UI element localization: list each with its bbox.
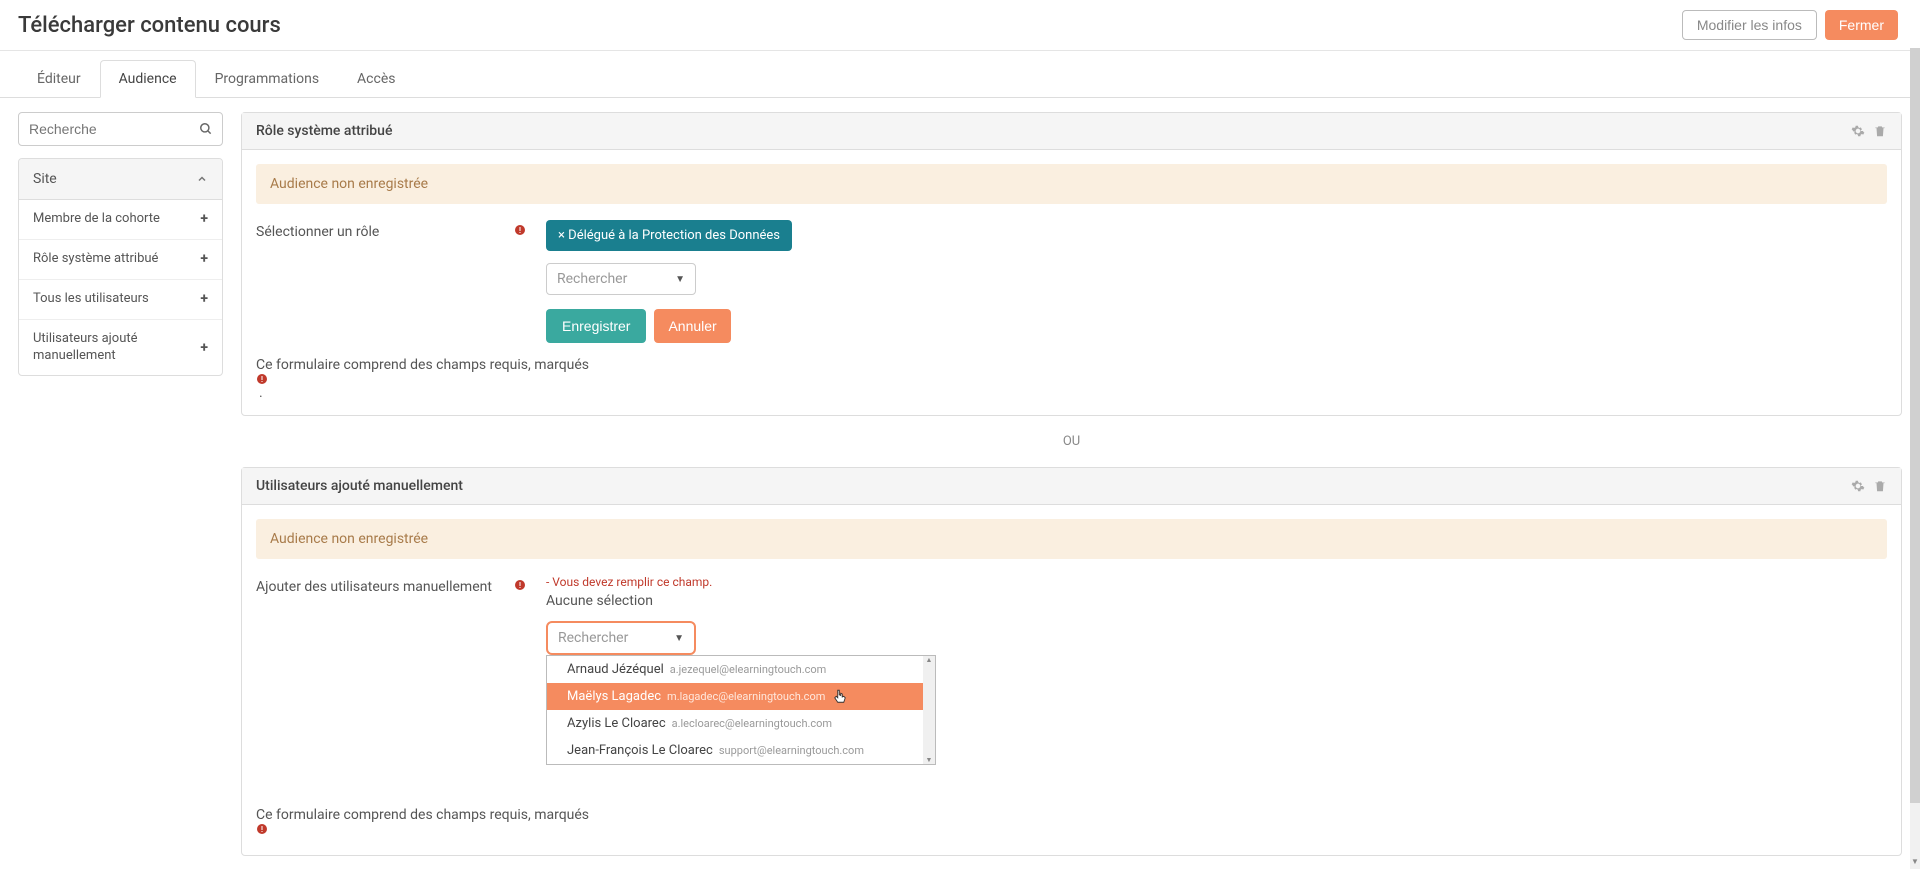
warning-banner: Audience non enregistrée [256,164,1887,204]
form-control: × Délégué à la Protection des Données Re… [546,220,1887,343]
cancel-button[interactable]: Annuler [654,309,730,343]
option-email: m.lagadec@elearningtouch.com [667,690,825,703]
dropdown-option[interactable]: Azylis Le Cloarec a.lecloarec@elearningto… [547,710,923,737]
user-dropdown: Arnaud Jézéquel a.jezequel@elearningtouch… [546,655,1887,765]
selection-status: Aucune sélection [546,593,1887,609]
chevron-up-icon [196,173,208,185]
sidebar-item-manual-users[interactable]: Utilisateurs ajouté manuellement + [19,320,222,376]
sidebar-search-wrap [18,112,223,146]
close-button[interactable]: Fermer [1825,10,1898,40]
field-error: - Vous devez remplir ce champ. [546,575,1887,589]
chevron-down-icon: ▼ [1910,857,1920,869]
combo-placeholder: Rechercher [558,630,628,646]
required-footer-note: Ce formulaire comprend des champs requis… [256,807,1887,851]
sidebar-section-site[interactable]: Site [19,159,222,200]
combo-placeholder: Rechercher [557,271,627,287]
gear-icon[interactable] [1851,479,1865,493]
required-icon [514,579,526,591]
plus-icon: + [200,291,208,307]
role-search-combo[interactable]: Rechercher ▼ [546,263,696,295]
footer-text: Ce formulaire comprend des champs requis… [256,807,589,823]
sidebar-item-cohort[interactable]: Membre de la cohorte + [19,200,222,240]
card-header: Rôle système attribué [242,113,1901,150]
option-email: a.jezequel@elearningtouch.com [670,663,827,676]
sidebar: Site Membre de la cohorte + Rôle système… [18,112,223,376]
required-icon [256,823,1887,835]
dropdown-option[interactable]: Arnaud Jézéquel a.jezequel@elearningtouch… [547,656,923,683]
form-label: Ajouter des utilisateurs manuellement [256,575,546,595]
required-icon [256,373,1887,385]
footer-text: Ce formulaire comprend des champs requis… [256,357,589,373]
footer-text-end: . [259,385,263,401]
chevron-down-icon: ▼ [674,633,684,644]
label-text: Ajouter des utilisateurs manuellement [256,579,492,595]
form-row-add-users: Ajouter des utilisateurs manuellement - … [256,575,1887,765]
page-scrollbar[interactable]: ▼ [1910,48,1920,869]
save-button[interactable]: Enregistrer [546,309,646,343]
option-name: Arnaud Jézéquel [567,662,664,677]
sidebar-search-input[interactable] [18,112,223,146]
sidebar-item-system-role[interactable]: Rôle système attribué + [19,240,222,280]
card-body: Audience non enregistrée Sélectionner un… [242,150,1901,415]
search-icon[interactable] [199,122,213,136]
plus-icon: + [200,251,208,267]
sidebar-item-label: Rôle système attribué [33,251,200,268]
dropdown-option[interactable]: Jean-François Le Cloarec support@elearnin… [547,737,923,764]
plus-icon: + [200,211,208,227]
gear-icon[interactable] [1851,124,1865,138]
required-icon [514,224,526,236]
sidebar-item-label: Tous les utilisateurs [33,291,200,308]
content-area: Site Membre de la cohorte + Rôle système… [0,98,1920,888]
dropdown-scrollbar[interactable] [923,656,935,764]
required-footer-note: Ce formulaire comprend des champs requis… [256,357,1887,401]
card-manual-users: Utilisateurs ajouté manuellement Audienc… [241,467,1902,856]
trash-icon[interactable] [1873,124,1887,138]
page-header: Télécharger contenu cours Modifier les i… [0,0,1920,51]
tabs: Éditeur Audience Programmations Accès [0,59,1920,98]
sidebar-item-label: Membre de la cohorte [33,211,200,228]
tab-schedules[interactable]: Programmations [196,60,338,98]
scrollbar-thumb[interactable] [1910,48,1920,803]
warning-banner: Audience non enregistrée [256,519,1887,559]
role-chip[interactable]: × Délégué à la Protection des Données [546,220,792,251]
form-control: - Vous devez remplir ce champ. Aucune sé… [546,575,1887,765]
chevron-down-icon: ▼ [675,274,685,285]
label-text: Sélectionner un rôle [256,224,379,240]
sidebar-item-label: Utilisateurs ajouté manuellement [33,331,200,365]
sidebar-item-all-users[interactable]: Tous les utilisateurs + [19,280,222,320]
sidebar-panel: Site Membre de la cohorte + Rôle système… [18,158,223,376]
user-search-combo[interactable]: Rechercher ▼ [546,621,696,655]
option-email: support@elearningtouch.com [719,744,864,757]
plus-icon: + [200,340,208,356]
option-name: Maëlys Lagadec [567,689,661,704]
tab-audience[interactable]: Audience [100,60,196,98]
dropdown-option[interactable]: Maëlys Lagadec m.lagadec@elearningtouch.c… [547,683,923,710]
main-area: Rôle système attribué Audience non enreg… [241,112,1902,874]
card-actions [1851,124,1887,138]
page-title: Télécharger contenu cours [18,13,281,38]
tab-editor[interactable]: Éditeur [18,60,100,98]
card-body: Audience non enregistrée Ajouter des uti… [242,505,1901,855]
option-name: Azylis Le Cloarec [567,716,666,731]
option-name: Jean-François Le Cloarec [567,743,713,758]
card-header: Utilisateurs ajouté manuellement [242,468,1901,505]
option-email: a.lecloarec@elearningtouch.com [672,717,832,730]
card-system-role: Rôle système attribué Audience non enreg… [241,112,1902,416]
divider-or: OU [241,434,1902,449]
form-label: Sélectionner un rôle [256,220,546,240]
header-actions: Modifier les infos Fermer [1682,10,1898,40]
form-actions: Enregistrer Annuler [546,309,1887,343]
sidebar-section-label: Site [33,171,57,187]
dropdown-list: Arnaud Jézéquel a.jezequel@elearningtouch… [546,655,936,765]
tab-access[interactable]: Accès [338,60,414,98]
form-row-select-role: Sélectionner un rôle × Délégué à la Prot… [256,220,1887,343]
modify-info-button[interactable]: Modifier les infos [1682,10,1817,40]
trash-icon[interactable] [1873,479,1887,493]
card-title: Rôle système attribué [256,123,392,139]
card-title: Utilisateurs ajouté manuellement [256,478,463,494]
card-actions [1851,479,1887,493]
